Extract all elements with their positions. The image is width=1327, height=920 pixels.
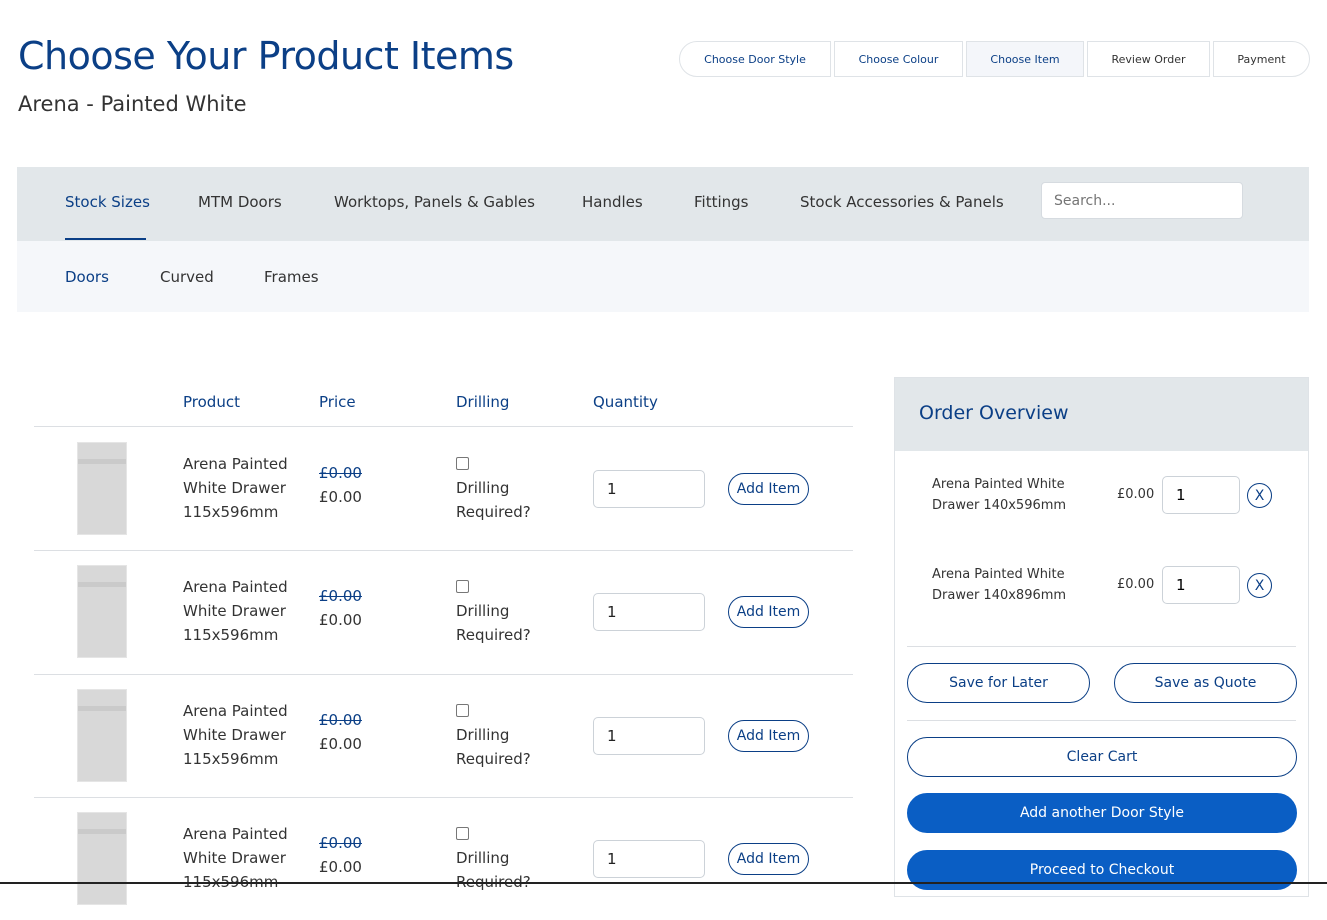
- price: £0.00: [319, 858, 362, 876]
- save-for-later-button[interactable]: Save for Later: [907, 663, 1090, 703]
- divider: [907, 646, 1296, 647]
- add-item-button[interactable]: Add Item: [728, 473, 809, 505]
- product-name: Arena Painted White Drawer 115x596mm: [183, 578, 288, 644]
- active-tab-underline: [65, 238, 146, 240]
- order-overview: Order Overview Arena Painted White Drawe…: [894, 377, 1309, 897]
- tab-stock-accessories[interactable]: Stock Accessories & Panels: [800, 193, 1004, 211]
- category-nav: Stock Sizes MTM Doors Worktops, Panels &…: [17, 167, 1309, 241]
- tab-mtm-doors[interactable]: MTM Doors: [198, 193, 282, 211]
- product-thumbnail: [77, 565, 127, 658]
- original-price: £0.00: [319, 711, 362, 729]
- search-input[interactable]: [1041, 182, 1243, 219]
- tab-fittings[interactable]: Fittings: [694, 193, 748, 211]
- table-row: Arena Painted White Drawer 115x596mm £0.…: [34, 674, 853, 797]
- step-choose-item[interactable]: Choose Item: [966, 41, 1084, 77]
- order-item-qty[interactable]: [1162, 476, 1240, 514]
- drilling-checkbox[interactable]: [456, 827, 469, 840]
- product-thumbnail: [77, 812, 127, 905]
- quantity-input[interactable]: [593, 470, 705, 508]
- drilling-label: Drilling Required?: [456, 479, 531, 521]
- step-review-order[interactable]: Review Order: [1087, 41, 1210, 77]
- subtab-curved[interactable]: Curved: [160, 268, 214, 286]
- drilling-checkbox[interactable]: [456, 580, 469, 593]
- remove-item-button[interactable]: X: [1247, 573, 1272, 598]
- checkout-steps: Choose Door Style Choose Colour Choose I…: [679, 41, 1310, 77]
- col-product: Product: [183, 393, 240, 411]
- product-thumbnail: [77, 442, 127, 535]
- order-item-name: Arena Painted White Drawer 140x896mm: [932, 567, 1067, 603]
- original-price: £0.00: [319, 587, 362, 605]
- table-row: Arena Painted White Drawer 115x596mm £0.…: [34, 797, 853, 920]
- step-choose-colour[interactable]: Choose Colour: [834, 41, 963, 77]
- page-subtitle: Arena - Painted White: [18, 92, 247, 116]
- table-row: Arena Painted White Drawer 115x596mm £0.…: [34, 550, 853, 673]
- drilling-label: Drilling Required?: [456, 602, 531, 644]
- quantity-input[interactable]: [593, 593, 705, 631]
- add-item-button[interactable]: Add Item: [728, 720, 809, 752]
- table-row: Arena Painted White Drawer 115x596mm £0.…: [34, 427, 853, 550]
- tab-handles[interactable]: Handles: [582, 193, 643, 211]
- divider: [907, 720, 1296, 721]
- original-price: £0.00: [319, 834, 362, 852]
- price: £0.00: [319, 735, 362, 753]
- quantity-input[interactable]: [593, 840, 705, 878]
- product-name: Arena Painted White Drawer 115x596mm: [183, 702, 288, 768]
- col-price: Price: [319, 393, 356, 411]
- order-item-price: £0.00: [1117, 487, 1155, 502]
- order-item-name: Arena Painted White Drawer 140x596mm: [932, 477, 1067, 513]
- page-title: Choose Your Product Items: [18, 34, 514, 78]
- step-choose-door-style[interactable]: Choose Door Style: [679, 41, 831, 77]
- original-price: £0.00: [319, 464, 362, 482]
- sub-nav: Doors Curved Frames: [17, 241, 1309, 312]
- add-item-button[interactable]: Add Item: [728, 596, 809, 628]
- col-drilling: Drilling: [456, 393, 510, 411]
- product-thumbnail: [77, 689, 127, 782]
- tab-worktops[interactable]: Worktops, Panels & Gables: [334, 193, 535, 211]
- subtab-doors[interactable]: Doors: [65, 268, 109, 286]
- drilling-checkbox[interactable]: [456, 704, 469, 717]
- add-item-button[interactable]: Add Item: [728, 843, 809, 875]
- step-payment[interactable]: Payment: [1213, 41, 1310, 77]
- remove-item-button[interactable]: X: [1247, 483, 1272, 508]
- drilling-checkbox[interactable]: [456, 457, 469, 470]
- save-as-quote-button[interactable]: Save as Quote: [1114, 663, 1297, 703]
- drilling-label: Drilling Required?: [456, 726, 531, 768]
- price: £0.00: [319, 611, 362, 629]
- col-quantity: Quantity: [593, 393, 658, 411]
- subtab-frames[interactable]: Frames: [264, 268, 319, 286]
- price: £0.00: [319, 488, 362, 506]
- drilling-label: Drilling Required?: [456, 849, 531, 891]
- order-item-price: £0.00: [1117, 577, 1155, 592]
- checkout-button[interactable]: Proceed to Checkout: [907, 850, 1297, 890]
- product-name: Arena Painted White Drawer 115x596mm: [183, 455, 288, 521]
- clear-cart-button[interactable]: Clear Cart: [907, 737, 1297, 777]
- order-overview-title: Order Overview: [895, 378, 1308, 451]
- add-door-style-button[interactable]: Add another Door Style: [907, 793, 1297, 833]
- quantity-input[interactable]: [593, 717, 705, 755]
- order-item-qty[interactable]: [1162, 566, 1240, 604]
- tab-stock-sizes[interactable]: Stock Sizes: [65, 193, 150, 211]
